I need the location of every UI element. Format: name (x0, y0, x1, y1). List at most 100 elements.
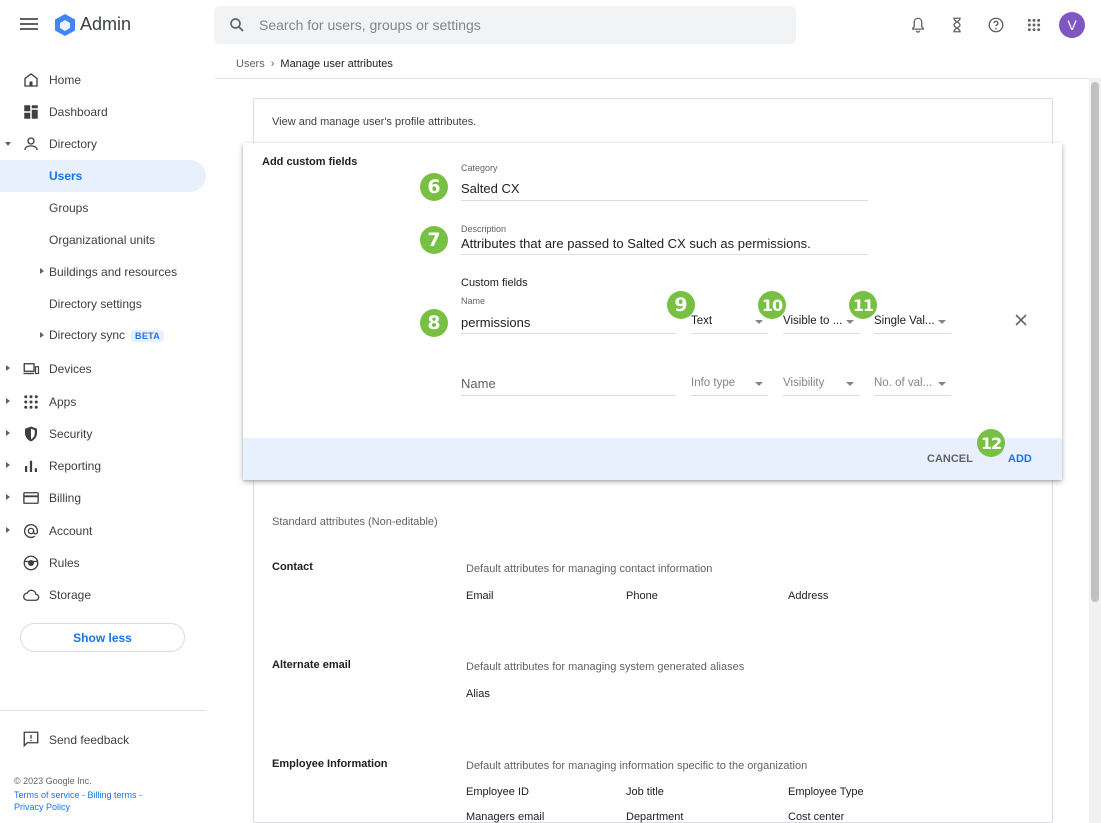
values-underline (874, 395, 951, 396)
app-title[interactable]: Admin (80, 14, 131, 35)
visibility-dropdown[interactable]: Visibility (783, 377, 824, 389)
apps-grid-icon[interactable] (1023, 14, 1045, 36)
sidebar-item-home[interactable]: Home (0, 64, 206, 96)
breadcrumb-users-link[interactable]: Users (236, 58, 265, 70)
step-badge: 11 (849, 291, 877, 319)
attribute-phone: Phone (626, 590, 658, 602)
search-input[interactable] (259, 6, 779, 44)
expand-caret-icon[interactable] (6, 462, 10, 468)
privacy-policy-link[interactable]: Privacy Policy (14, 802, 70, 812)
dropdown-arrow-icon[interactable] (846, 320, 854, 324)
visibility-dropdown[interactable]: Visible to ... (783, 315, 842, 327)
dropdown-arrow-icon[interactable] (846, 382, 854, 386)
breadcrumb-separator: › (270, 58, 275, 70)
group-title-alternate-email: Alternate email (272, 659, 351, 671)
sidebar-item-account[interactable]: Account (0, 515, 206, 547)
sidebar-item-label: Account (49, 524, 93, 538)
sidebar-item-users[interactable]: Users (0, 160, 206, 192)
sidebar-item-label: Rules (49, 556, 80, 570)
top-bar: Admin V (0, 0, 1101, 50)
notifications-bell-icon[interactable] (907, 14, 929, 36)
help-icon[interactable] (985, 14, 1007, 36)
info-type-dropdown[interactable]: Text (691, 315, 712, 327)
add-custom-fields-dialog: Add custom fields Category Salted CX Des… (243, 143, 1062, 480)
sidebar-item-directory-settings[interactable]: Directory settings (0, 288, 206, 320)
show-less-button[interactable]: Show less (20, 623, 185, 652)
values-dropdown[interactable]: Single Val... (874, 315, 935, 327)
home-icon (24, 73, 38, 87)
directory-sync-label-group: Directory sync BETA (49, 328, 165, 342)
scrollbar-thumb[interactable] (1091, 82, 1099, 602)
sidebar-item-devices[interactable]: Devices (0, 353, 206, 385)
sidebar-item-label: Dashboard (49, 105, 108, 119)
sidebar-item-dashboard[interactable]: Dashboard (0, 96, 206, 128)
send-feedback-button[interactable]: Send feedback (0, 725, 206, 753)
expand-caret-icon[interactable] (5, 142, 11, 146)
page-scrollbar[interactable] (1089, 78, 1101, 823)
attribute-job-title: Job title (626, 786, 664, 798)
attribute-managers-email: Managers email (466, 811, 545, 823)
expand-caret-icon[interactable] (40, 268, 44, 274)
sidebar-item-security[interactable]: Security (0, 418, 206, 450)
dropdown-arrow-icon[interactable] (755, 382, 763, 386)
sidebar-item-storage[interactable]: Storage (0, 579, 206, 611)
dropdown-arrow-icon[interactable] (938, 320, 946, 324)
dialog-footer: CANCEL ADD (243, 438, 1062, 480)
dropdown-arrow-icon[interactable] (755, 320, 763, 324)
sidebar-item-directory[interactable]: Directory (0, 128, 206, 160)
step-badge: 10 (758, 291, 786, 319)
tasks-hourglass-icon[interactable] (946, 14, 968, 36)
cancel-button[interactable]: CANCEL (927, 453, 973, 465)
breadcrumb-current: Manage user attributes (280, 58, 393, 70)
info-type-underline (691, 395, 768, 396)
sidebar-item-organizational-units[interactable]: Organizational units (0, 224, 206, 256)
main-menu-icon[interactable] (20, 15, 38, 35)
person-icon (24, 137, 38, 151)
search-bar[interactable] (214, 6, 796, 44)
send-feedback-label: Send feedback (49, 733, 130, 747)
sidebar-item-label: Billing (49, 491, 82, 505)
name-underline (461, 333, 676, 334)
values-dropdown[interactable]: No. of val... (874, 377, 932, 389)
dialog-title: Add custom fields (262, 156, 358, 168)
sidebar-item-label: Reporting (49, 459, 102, 473)
billing-terms-link[interactable]: Billing terms (88, 790, 137, 800)
description-input[interactable]: Attributes that are passed to Salted CX … (461, 236, 811, 251)
terms-of-service-link[interactable]: Terms of service (14, 790, 80, 800)
devices-icon (23, 363, 40, 375)
sidebar-item-directory-sync[interactable]: Directory sync BETA (0, 320, 206, 352)
avatar[interactable]: V (1059, 12, 1085, 38)
expand-caret-icon[interactable] (6, 398, 10, 404)
attribute-cost-center: Cost center (788, 811, 845, 823)
sidebar: Home Dashboard Directory Users Groups Or… (0, 50, 215, 823)
add-button[interactable]: ADD (1008, 453, 1032, 465)
sidebar-item-groups[interactable]: Groups (0, 192, 206, 224)
sidebar-item-reporting[interactable]: Reporting (0, 450, 206, 482)
remove-field-close-icon[interactable] (1014, 313, 1028, 327)
custom-field-name-input[interactable]: permissions (461, 315, 530, 330)
sidebar-item-label: Storage (49, 588, 92, 602)
sidebar-item-apps[interactable]: Apps (0, 386, 206, 418)
dropdown-arrow-icon[interactable] (938, 382, 946, 386)
attribute-department: Department (626, 811, 684, 823)
category-input[interactable]: Salted CX (461, 181, 520, 196)
info-type-dropdown[interactable]: Info type (691, 377, 735, 389)
sidebar-item-rules[interactable]: Rules (0, 547, 206, 579)
sidebar-item-billing[interactable]: Billing (0, 482, 206, 514)
category-underline (461, 200, 868, 201)
category-label: Category (461, 163, 498, 173)
expand-caret-icon[interactable] (6, 527, 10, 533)
apps-grid-icon (24, 395, 38, 409)
new-field-name-input[interactable]: Name (461, 376, 496, 391)
expand-caret-icon[interactable] (6, 494, 10, 500)
expand-caret-icon[interactable] (6, 430, 10, 436)
expand-caret-icon[interactable] (40, 332, 44, 338)
breadcrumb: Users › Manage user attributes (236, 58, 393, 70)
sidebar-item-buildings-and-resources[interactable]: Buildings and resources (0, 256, 206, 288)
rules-icon (23, 555, 39, 571)
expand-caret-icon[interactable] (6, 365, 10, 371)
step-badge: 8 (420, 309, 448, 337)
step-badge: 6 (420, 173, 448, 201)
sidebar-item-label: Home (49, 73, 82, 87)
search-icon[interactable] (228, 16, 246, 34)
